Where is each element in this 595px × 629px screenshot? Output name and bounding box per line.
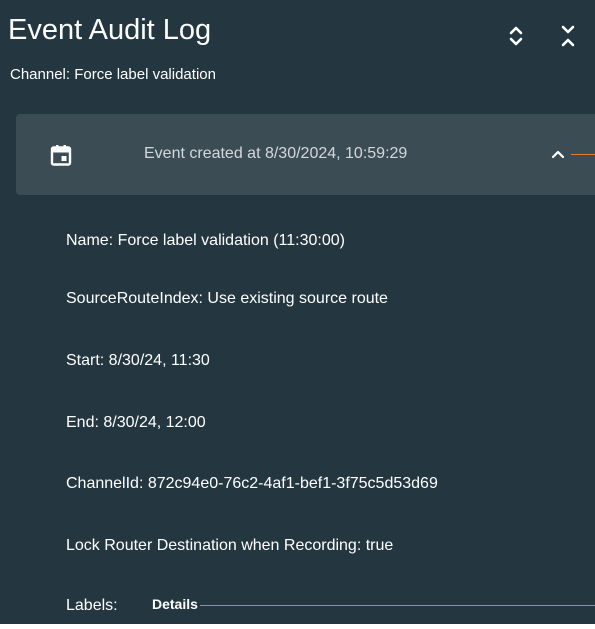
detail-start: Start: 8/30/24, 11:30 — [66, 352, 210, 369]
detail-source-route-index: SourceRouteIndex: Use existing source ro… — [66, 290, 388, 307]
channel-subtitle: Channel: Force label validation — [10, 66, 216, 83]
labels-label: Labels: — [66, 597, 118, 614]
expand-all-button[interactable] — [504, 22, 528, 50]
connector-line-top — [571, 154, 595, 155]
collapse-all-button[interactable] — [556, 22, 580, 50]
event-accordion-header[interactable]: Event created at 8/30/2024, 10:59:29 — [16, 114, 595, 195]
connector-line-bottom — [200, 605, 595, 606]
detail-end: End: 8/30/24, 12:00 — [66, 414, 206, 431]
chevron-up-icon[interactable] — [550, 147, 566, 161]
unfold-more-icon — [504, 22, 528, 50]
unfold-less-icon — [556, 22, 580, 50]
detail-name: Name: Force label validation (11:30:00) — [66, 232, 345, 249]
labels-value[interactable]: Details — [152, 596, 198, 612]
event-title: Event created at 8/30/2024, 10:59:29 — [144, 145, 408, 162]
event-audit-log-panel: Event Audit Log Channel: Force label val… — [0, 0, 595, 624]
page-title: Event Audit Log — [8, 14, 212, 46]
detail-lock-router-destination: Lock Router Destination when Recording: … — [66, 537, 394, 554]
detail-channel-id: ChannelId: 872c94e0-76c2-4af1-bef1-3f75c… — [66, 475, 438, 492]
calendar-icon — [50, 144, 72, 166]
